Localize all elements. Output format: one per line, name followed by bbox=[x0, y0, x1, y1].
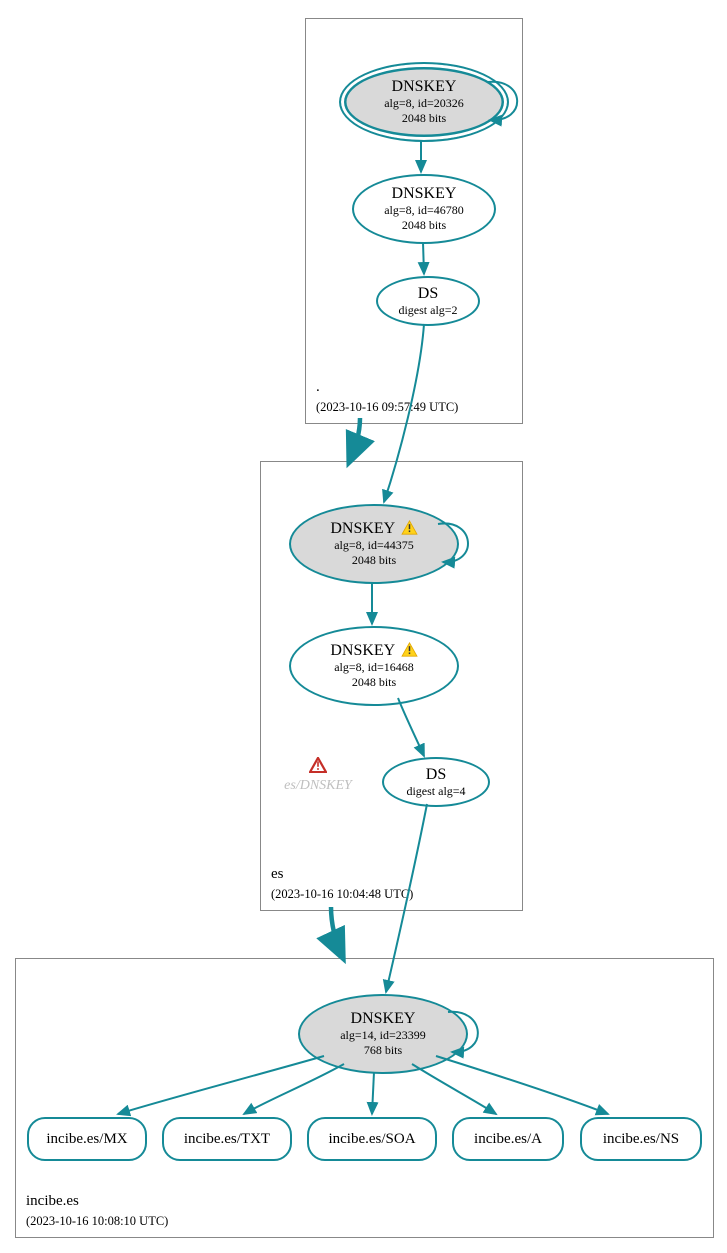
node-incibe-key-title: DNSKEY bbox=[351, 1010, 416, 1028]
node-es-ksk: DNSKEY alg=8, id=44375 2048 bits bbox=[289, 504, 459, 584]
rr-ns: incibe.es/NS bbox=[580, 1117, 702, 1161]
error-icon bbox=[309, 757, 327, 773]
zone-es-ts: (2023-10-16 10:04:48 UTC) bbox=[271, 886, 413, 902]
rr-txt: incibe.es/TXT bbox=[162, 1117, 292, 1161]
node-root-ds-alg: digest alg=2 bbox=[398, 303, 457, 318]
node-es-zsk-bits: 2048 bits bbox=[352, 675, 396, 690]
node-es-ds-title: DS bbox=[426, 766, 446, 784]
node-es-zsk-text: DNSKEY bbox=[330, 642, 394, 659]
zone-es-label: es bbox=[271, 865, 284, 885]
node-root-zsk-title: DNSKEY bbox=[392, 185, 457, 203]
rr-a: incibe.es/A bbox=[452, 1117, 564, 1161]
node-es-ds-alg: digest alg=4 bbox=[406, 784, 465, 799]
node-root-ds-title: DS bbox=[418, 285, 438, 303]
node-root-ksk-bits: 2048 bits bbox=[402, 111, 446, 126]
node-incibe-key: DNSKEY alg=14, id=23399 768 bits bbox=[298, 994, 468, 1074]
rr-mx: incibe.es/MX bbox=[27, 1117, 147, 1161]
node-es-zsk-title: DNSKEY bbox=[330, 642, 417, 660]
node-incibe-key-bits: 768 bits bbox=[364, 1043, 402, 1058]
zone-incibe-ts: (2023-10-16 10:08:10 UTC) bbox=[26, 1213, 168, 1229]
node-root-ksk: DNSKEY alg=8, id=20326 2048 bits bbox=[339, 62, 509, 142]
node-es-ksk-alg: alg=8, id=44375 bbox=[334, 538, 414, 553]
node-root-ksk-alg: alg=8, id=20326 bbox=[384, 96, 464, 111]
es-dnskey-error: es/DNSKEY bbox=[273, 757, 363, 794]
zone-incibe-label: incibe.es bbox=[26, 1192, 79, 1212]
node-root-zsk-alg: alg=8, id=46780 bbox=[384, 203, 464, 218]
warning-icon bbox=[401, 520, 418, 535]
rr-soa: incibe.es/SOA bbox=[307, 1117, 437, 1161]
zone-root-ts: (2023-10-16 09:57:49 UTC) bbox=[316, 399, 458, 415]
node-es-ksk-bits: 2048 bits bbox=[352, 553, 396, 568]
node-root-ds: DS digest alg=2 bbox=[376, 276, 480, 326]
node-incibe-key-alg: alg=14, id=23399 bbox=[340, 1028, 426, 1043]
node-es-ksk-title: DNSKEY bbox=[330, 520, 417, 538]
zone-root-label: . bbox=[316, 378, 320, 398]
node-es-ksk-text: DNSKEY bbox=[330, 520, 394, 537]
node-es-zsk: DNSKEY alg=8, id=16468 2048 bits bbox=[289, 626, 459, 706]
node-root-ksk-title: DNSKEY bbox=[392, 78, 457, 96]
node-es-ds: DS digest alg=4 bbox=[382, 757, 490, 807]
es-dnskey-error-text: es/DNSKEY bbox=[284, 778, 352, 793]
node-root-zsk-bits: 2048 bits bbox=[402, 218, 446, 233]
node-root-zsk: DNSKEY alg=8, id=46780 2048 bits bbox=[352, 174, 496, 244]
node-es-zsk-alg: alg=8, id=16468 bbox=[334, 660, 414, 675]
warning-icon bbox=[401, 642, 418, 657]
